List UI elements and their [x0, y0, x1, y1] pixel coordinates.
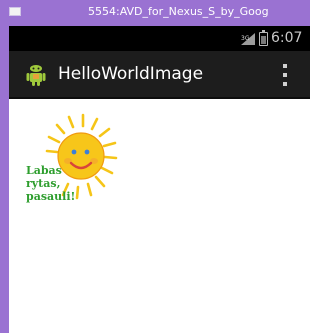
- battery-icon: [259, 30, 268, 46]
- menu-dot: [283, 82, 287, 86]
- greeting-line: rytas,: [26, 177, 61, 190]
- android-robot-icon[interactable]: [25, 63, 47, 87]
- greeting-line: Labas: [26, 164, 62, 177]
- status-bar: 3G 6:07: [9, 26, 310, 51]
- greeting-text: Labas rytas, pasauli!: [26, 164, 106, 203]
- status-clock: 6:07: [271, 30, 303, 46]
- window-title: 5554:AVD_for_Nexus_S_by_Goog: [88, 5, 269, 18]
- signal-icon: 3G: [241, 33, 255, 45]
- main-content: Labas rytas, pasauli!: [9, 101, 310, 333]
- svg-text:3G: 3G: [241, 35, 250, 42]
- emulator-window: 5554:AVD_for_Nexus_S_by_Goog 3G 6:07 Hel…: [0, 0, 310, 333]
- greeting-line: pasauli!: [26, 190, 76, 203]
- action-bar: HelloWorldImage: [9, 51, 310, 99]
- device-screen: 3G 6:07 HelloWorldImage Labas rytas, pas…: [9, 26, 310, 333]
- emulator-titlebar[interactable]: 5554:AVD_for_Nexus_S_by_Goog: [0, 0, 310, 24]
- app-title: HelloWorldImage: [58, 64, 204, 84]
- menu-dot: [283, 64, 287, 68]
- emulator-window-icon[interactable]: [9, 7, 21, 16]
- overflow-menu-icon[interactable]: [275, 60, 295, 90]
- menu-dot: [283, 73, 287, 77]
